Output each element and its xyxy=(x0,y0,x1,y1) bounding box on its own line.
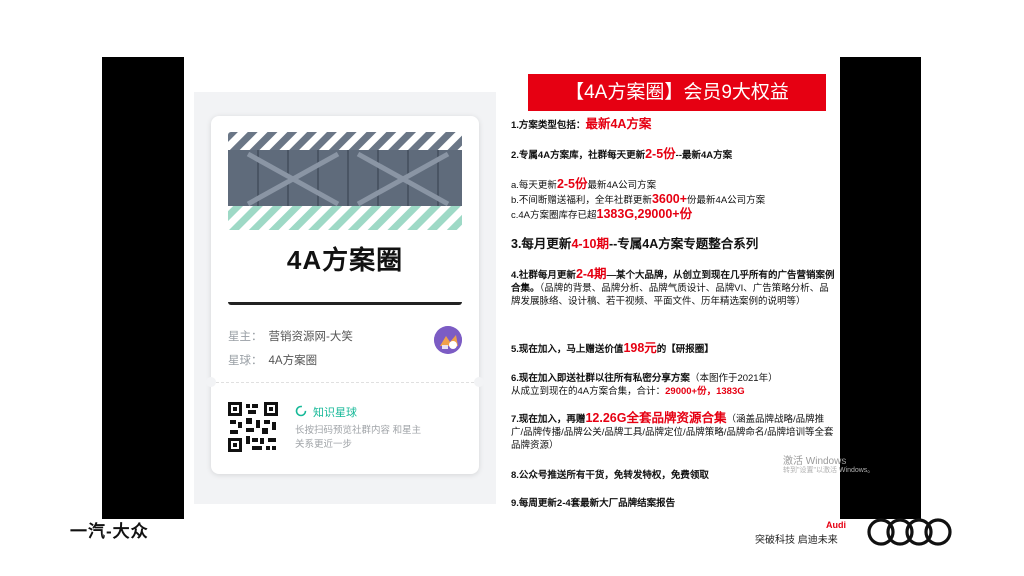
benefits-banner: 【4A方案圈】会员9大权益 xyxy=(528,74,826,111)
rule-3: 3.每月更新4-10期--专属4A方案专题整合系列 xyxy=(511,237,759,251)
planet-value: 4A方案圈 xyxy=(268,355,318,367)
scan-hint: 长按扫码预览社群内容 和星主关系更近一步 xyxy=(295,425,422,450)
ticket-notch-left xyxy=(206,377,216,387)
cover-image: 4A方案圈 xyxy=(228,132,462,305)
left-black-bar xyxy=(102,57,184,519)
right-black-bar xyxy=(840,57,921,519)
rule-2a: a.每天更新2-5份最新4A公司方案 xyxy=(511,177,657,192)
planet-card[interactable]: 4A方案圈 星主： 营销资源网-大笑 星球： 4A方案圈 知识星球 长按扫码预览… xyxy=(206,116,484,474)
planet-row: 星球： 4A方案圈 xyxy=(228,352,317,368)
avatar[interactable] xyxy=(434,326,462,354)
audi-slogan: 突破科技 启迪未来 xyxy=(755,535,838,546)
rule-9: 9.每周更新2-4套最新大厂品牌结案报告 xyxy=(511,498,676,509)
knowledge-planet-icon xyxy=(295,405,307,417)
dashed-divider xyxy=(211,382,479,383)
owner-value: 营销资源网-大笑 xyxy=(268,331,353,343)
planet-label: 星球： xyxy=(228,355,263,367)
rule-2b: b.不间断赠送福利，全年社群更新3600+份最新4A公司方案 xyxy=(511,192,766,207)
rule-4: 4.社群每月更新2-4期—某个大品牌，从创立到现在几乎所有的广告营销案例合集。（… xyxy=(511,267,835,308)
faw-vw-logo: 一汽-大众 xyxy=(70,522,149,541)
activation-watermark-hint: 转到"设置"以激活 Windows。 xyxy=(783,467,875,474)
cover-title: 4A方案圈 xyxy=(286,245,404,275)
audi-wordmark: Audi xyxy=(826,520,846,530)
owner-label: 星主： xyxy=(228,331,263,343)
rule-7: 7.现在加入，再赠12.26G全套品牌资源合集（涵盖品牌战略/品牌推广/品牌传播… xyxy=(511,411,834,452)
owner-row: 星主： 营销资源网-大笑 xyxy=(228,328,353,344)
rule-1: 1.方案类型包括：最新4A方案 xyxy=(511,117,652,132)
audi-rings-icon xyxy=(867,518,952,546)
rule-2: 2.专属4A方案库，社群每天更新2-5份--最新4A方案 xyxy=(511,147,733,162)
qr-code-icon[interactable] xyxy=(228,402,278,452)
rule-6: 6.现在加入即送社群以往所有私密分享方案（本图作于2021年） 从成立到现在的4… xyxy=(511,373,778,397)
ticket-notch-right xyxy=(474,377,484,387)
rule-2c: c.4A方案圈库存已超1383G,29000+份 xyxy=(511,207,693,222)
rule-5: 5.现在加入，马上赠送价值198元的【研报圈】 xyxy=(511,341,714,356)
brand-label: 知识星球 xyxy=(313,407,357,419)
